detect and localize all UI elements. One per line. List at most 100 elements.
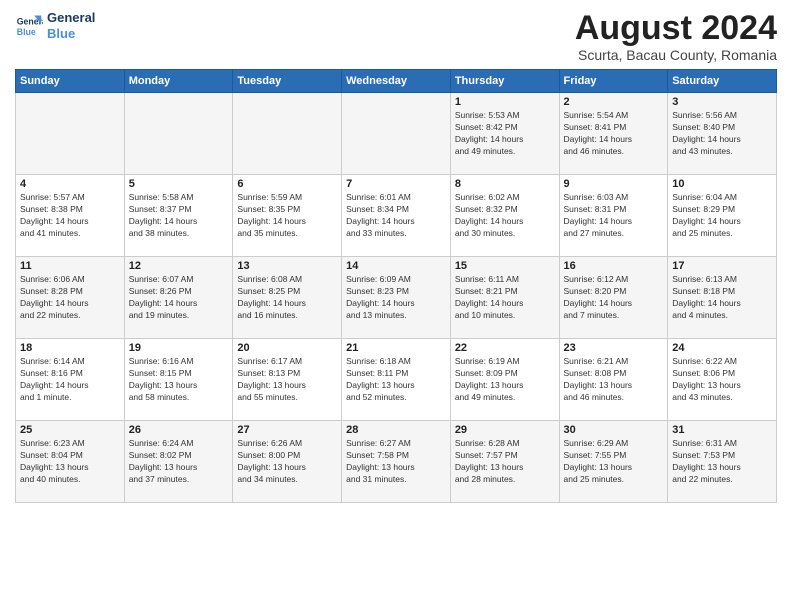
day-info: Sunrise: 5:56 AM Sunset: 8:40 PM Dayligh… (672, 110, 772, 158)
header: General Blue GeneralBlue August 2024 Scu… (15, 10, 777, 63)
calendar-cell: 30 Sunrise: 6:29 AM Sunset: 7:55 PM Dayli… (559, 421, 668, 503)
calendar-cell: 29Sunrise: 6:28 AM Sunset: 7:57 PM Dayli… (450, 421, 559, 503)
day-info: Sunrise: 5:58 AM Sunset: 8:37 PM Dayligh… (129, 192, 229, 240)
calendar-week-1: 1 Sunrise: 5:53 AM Sunset: 8:42 PM Daylig… (16, 93, 777, 175)
day-info: Sunrise: 6:17 AM Sunset: 8:13 PM Dayligh… (237, 356, 337, 404)
day-info: Sunrise: 6:21 AM Sunset: 8:08 PM Dayligh… (564, 356, 664, 404)
day-info: Sunrise: 6:22 AM Sunset: 8:06 PM Dayligh… (672, 356, 772, 404)
calendar-cell: 28Sunrise: 6:27 AM Sunset: 7:58 PM Dayli… (342, 421, 451, 503)
calendar-week-2: 4 Sunrise: 5:57 AM Sunset: 8:38 PM Daylig… (16, 175, 777, 257)
calendar-cell: 10 Sunrise: 6:04 AM Sunset: 8:29 PM Dayli… (668, 175, 777, 257)
day-number: 18 (20, 342, 120, 354)
logo: General Blue GeneralBlue (15, 10, 95, 41)
day-info: Sunrise: 6:16 AM Sunset: 8:15 PM Dayligh… (129, 356, 229, 404)
page-container: General Blue GeneralBlue August 2024 Scu… (0, 0, 792, 508)
calendar-cell: 12 Sunrise: 6:07 AM Sunset: 8:26 PM Dayli… (124, 257, 233, 339)
calendar-table: Sunday Monday Tuesday Wednesday Thursday… (15, 69, 777, 503)
day-info: Sunrise: 6:31 AM Sunset: 7:53 PM Dayligh… (672, 438, 772, 486)
day-info: Sunrise: 6:28 AM Sunset: 7:57 PM Dayligh… (455, 438, 555, 486)
day-number: 27 (237, 424, 337, 436)
day-number: 12 (129, 260, 229, 272)
day-number: 11 (20, 260, 120, 272)
main-title: August 2024 (575, 10, 777, 47)
day-info: Sunrise: 6:07 AM Sunset: 8:26 PM Dayligh… (129, 274, 229, 322)
day-info: Sunrise: 6:13 AM Sunset: 8:18 PM Dayligh… (672, 274, 772, 322)
day-number: 16 (564, 260, 664, 272)
day-info: Sunrise: 5:53 AM Sunset: 8:42 PM Dayligh… (455, 110, 555, 158)
day-info: Sunrise: 6:01 AM Sunset: 8:34 PM Dayligh… (346, 192, 446, 240)
day-number: 3 (672, 96, 772, 108)
day-info: Sunrise: 6:29 AM Sunset: 7:55 PM Dayligh… (564, 438, 664, 486)
calendar-body: 1 Sunrise: 5:53 AM Sunset: 8:42 PM Daylig… (16, 93, 777, 503)
day-number: 31 (672, 424, 772, 436)
day-number: 10 (672, 178, 772, 190)
calendar-cell: 26Sunrise: 6:24 AM Sunset: 8:02 PM Dayli… (124, 421, 233, 503)
day-number: 1 (455, 96, 555, 108)
calendar-cell: 25Sunrise: 6:23 AM Sunset: 8:04 PM Dayli… (16, 421, 125, 503)
day-info: Sunrise: 6:12 AM Sunset: 8:20 PM Dayligh… (564, 274, 664, 322)
calendar-cell: 13Sunrise: 6:08 AM Sunset: 8:25 PM Dayli… (233, 257, 342, 339)
calendar-cell: 5 Sunrise: 5:58 AM Sunset: 8:37 PM Daylig… (124, 175, 233, 257)
day-info: Sunrise: 5:54 AM Sunset: 8:41 PM Dayligh… (564, 110, 664, 158)
col-tuesday: Tuesday (233, 70, 342, 93)
col-friday: Friday (559, 70, 668, 93)
calendar-cell: 16 Sunrise: 6:12 AM Sunset: 8:20 PM Dayli… (559, 257, 668, 339)
calendar-cell: 17 Sunrise: 6:13 AM Sunset: 8:18 PM Dayli… (668, 257, 777, 339)
day-number: 21 (346, 342, 446, 354)
day-number: 17 (672, 260, 772, 272)
day-info: Sunrise: 6:04 AM Sunset: 8:29 PM Dayligh… (672, 192, 772, 240)
day-number: 20 (237, 342, 337, 354)
day-number: 9 (564, 178, 664, 190)
logo-text: GeneralBlue (47, 10, 95, 41)
col-saturday: Saturday (668, 70, 777, 93)
day-number: 2 (564, 96, 664, 108)
calendar-cell (16, 93, 125, 175)
day-info: Sunrise: 5:59 AM Sunset: 8:35 PM Dayligh… (237, 192, 337, 240)
col-thursday: Thursday (450, 70, 559, 93)
day-info: Sunrise: 6:26 AM Sunset: 8:00 PM Dayligh… (237, 438, 337, 486)
day-info: Sunrise: 6:09 AM Sunset: 8:23 PM Dayligh… (346, 274, 446, 322)
calendar-cell: 6 Sunrise: 5:59 AM Sunset: 8:35 PM Daylig… (233, 175, 342, 257)
col-wednesday: Wednesday (342, 70, 451, 93)
calendar-week-3: 11 Sunrise: 6:06 AM Sunset: 8:28 PM Dayli… (16, 257, 777, 339)
day-info: Sunrise: 6:02 AM Sunset: 8:32 PM Dayligh… (455, 192, 555, 240)
day-number: 5 (129, 178, 229, 190)
day-number: 24 (672, 342, 772, 354)
calendar-week-4: 18Sunrise: 6:14 AM Sunset: 8:16 PM Dayli… (16, 339, 777, 421)
day-number: 4 (20, 178, 120, 190)
calendar-cell (342, 93, 451, 175)
day-number: 8 (455, 178, 555, 190)
calendar-cell: 24 Sunrise: 6:22 AM Sunset: 8:06 PM Dayli… (668, 339, 777, 421)
calendar-cell: 23 Sunrise: 6:21 AM Sunset: 8:08 PM Dayli… (559, 339, 668, 421)
title-block: August 2024 Scurta, Bacau County, Romani… (575, 10, 777, 63)
calendar-cell: 3 Sunrise: 5:56 AM Sunset: 8:40 PM Daylig… (668, 93, 777, 175)
day-info: Sunrise: 6:03 AM Sunset: 8:31 PM Dayligh… (564, 192, 664, 240)
day-info: Sunrise: 5:57 AM Sunset: 8:38 PM Dayligh… (20, 192, 120, 240)
day-number: 6 (237, 178, 337, 190)
calendar-cell: 8 Sunrise: 6:02 AM Sunset: 8:32 PM Daylig… (450, 175, 559, 257)
calendar-cell: 1 Sunrise: 5:53 AM Sunset: 8:42 PM Daylig… (450, 93, 559, 175)
calendar-cell: 14 Sunrise: 6:09 AM Sunset: 8:23 PM Dayli… (342, 257, 451, 339)
calendar-cell: 7 Sunrise: 6:01 AM Sunset: 8:34 PM Daylig… (342, 175, 451, 257)
day-number: 15 (455, 260, 555, 272)
day-number: 7 (346, 178, 446, 190)
calendar-cell: 4 Sunrise: 5:57 AM Sunset: 8:38 PM Daylig… (16, 175, 125, 257)
day-info: Sunrise: 6:19 AM Sunset: 8:09 PM Dayligh… (455, 356, 555, 404)
calendar-cell: 18Sunrise: 6:14 AM Sunset: 8:16 PM Dayli… (16, 339, 125, 421)
day-number: 30 (564, 424, 664, 436)
calendar-cell (124, 93, 233, 175)
day-info: Sunrise: 6:18 AM Sunset: 8:11 PM Dayligh… (346, 356, 446, 404)
svg-text:Blue: Blue (17, 26, 36, 36)
calendar-cell: 21 Sunrise: 6:18 AM Sunset: 8:11 PM Dayli… (342, 339, 451, 421)
calendar-cell: 31 Sunrise: 6:31 AM Sunset: 7:53 PM Dayli… (668, 421, 777, 503)
day-info: Sunrise: 6:24 AM Sunset: 8:02 PM Dayligh… (129, 438, 229, 486)
calendar-cell: 2 Sunrise: 5:54 AM Sunset: 8:41 PM Daylig… (559, 93, 668, 175)
col-monday: Monday (124, 70, 233, 93)
logo-icon: General Blue (15, 12, 43, 40)
day-number: 14 (346, 260, 446, 272)
calendar-cell: 22Sunrise: 6:19 AM Sunset: 8:09 PM Dayli… (450, 339, 559, 421)
day-info: Sunrise: 6:06 AM Sunset: 8:28 PM Dayligh… (20, 274, 120, 322)
subtitle: Scurta, Bacau County, Romania (575, 47, 777, 63)
day-number: 23 (564, 342, 664, 354)
calendar-cell: 19Sunrise: 6:16 AM Sunset: 8:15 PM Dayli… (124, 339, 233, 421)
